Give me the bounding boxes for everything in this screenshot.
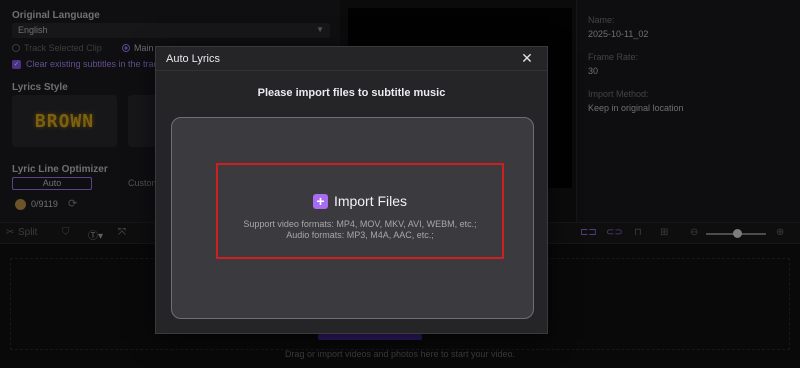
dialog-header: Auto Lyrics ✕	[156, 47, 547, 71]
audio-formats-text: Audio formats: MP3, M4A, AAC, etc.;	[286, 230, 434, 240]
plus-icon: +	[312, 193, 328, 209]
close-icon[interactable]: ✕	[519, 50, 535, 66]
file-drop-zone[interactable]: + Import Files Support video formats: MP…	[171, 117, 534, 319]
dialog-title: Auto Lyrics	[166, 53, 221, 65]
import-files-label: Import Files	[333, 193, 408, 209]
import-files-button[interactable]: + Import Files	[218, 193, 502, 209]
dialog-heading: Please import files to subtitle music	[257, 87, 446, 99]
supported-formats: Support video formats: MP4, MOV, MKV, AV…	[218, 219, 502, 241]
auto-lyrics-dialog: Auto Lyrics ✕ Please import files to sub…	[155, 46, 548, 334]
video-formats-text: Support video formats: MP4, MOV, MKV, AV…	[243, 219, 477, 229]
import-files-highlight[interactable]: + Import Files Support video formats: MP…	[216, 163, 504, 259]
